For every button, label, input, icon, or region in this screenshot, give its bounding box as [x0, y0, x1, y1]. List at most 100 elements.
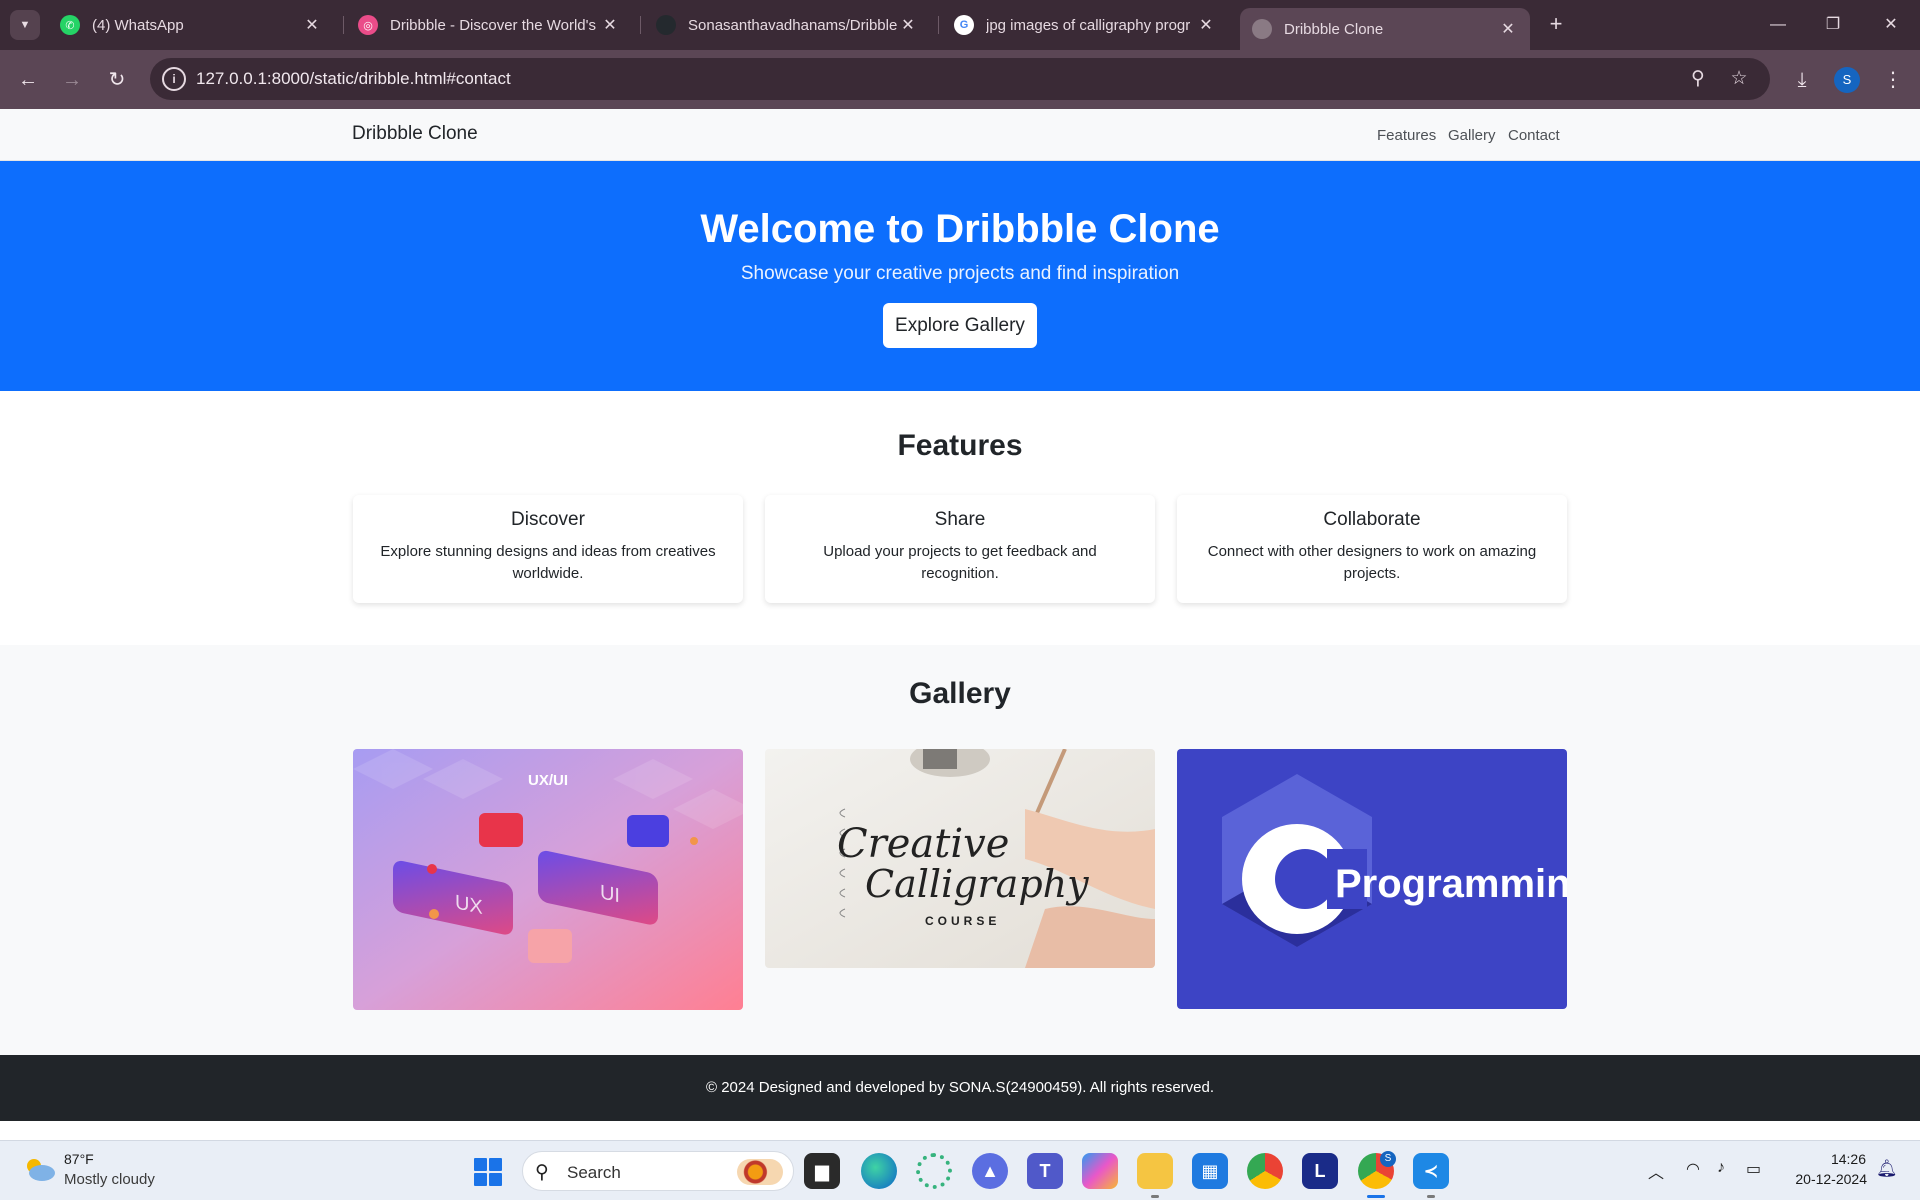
tab-google[interactable]: G jpg images of calligraphy progr ✕ — [942, 8, 1228, 42]
site-brand[interactable]: Dribbble Clone — [352, 123, 478, 145]
close-icon[interactable]: ✕ — [600, 15, 620, 35]
calligraphy-illustration: Creative Calligraphy COURSE — [765, 749, 1155, 968]
google-icon: G — [954, 15, 974, 35]
weather-description[interactable]: Mostly cloudy — [64, 1171, 155, 1188]
clock-time[interactable]: 14:26 — [1820, 1151, 1866, 1167]
uxui-illustration: UX/UI UX UI — [353, 749, 743, 1010]
feature-card-collaborate: Collaborate Connect with other designers… — [1177, 495, 1567, 603]
chrome-icon[interactable] — [1247, 1153, 1283, 1189]
features-title: Features — [897, 429, 1023, 462]
teams-icon[interactable]: T — [1027, 1153, 1063, 1189]
gallery-image-c-programming[interactable]: Programming — [1177, 749, 1567, 1009]
app-green-icon[interactable] — [916, 1153, 952, 1189]
feature-card-share: Share Upload your projects to get feedba… — [765, 495, 1155, 603]
folder-icon[interactable] — [1137, 1153, 1173, 1189]
site-info-icon[interactable]: i — [162, 67, 186, 91]
volume-icon[interactable]: ♪ — [1717, 1159, 1725, 1177]
l-app-icon[interactable]: L — [1302, 1153, 1338, 1189]
calligraphy-caption-3: COURSE — [925, 914, 1000, 928]
feature-card-title: Share — [934, 509, 986, 530]
hero-subtitle: Showcase your creative projects and find… — [740, 263, 1180, 284]
cloudy-weather-icon[interactable] — [22, 1155, 56, 1183]
battery-icon[interactable]: ▭ — [1746, 1159, 1761, 1179]
download-icon[interactable]: ⤓ — [1786, 64, 1818, 96]
gallery-image-uxui[interactable]: UX/UI UX UI — [353, 749, 743, 1010]
gallery-image-calligraphy[interactable]: Creative Calligraphy COURSE — [765, 749, 1155, 968]
tab-github[interactable]: Sonasanthavadhanams/Dribble ✕ — [644, 8, 930, 42]
url-text[interactable]: 127.0.0.1:8000/static/dribble.html#conta… — [196, 69, 511, 89]
minimize-icon[interactable]: — — [1758, 10, 1798, 40]
back-arrow-icon[interactable]: ← — [12, 64, 44, 96]
features-section: Features Discover Explore stunning desig… — [0, 391, 1920, 645]
site-navbar: Dribbble Clone Features Gallery Contact — [0, 109, 1920, 161]
wifi-icon[interactable]: ◠ — [1686, 1159, 1700, 1179]
globe-icon — [1252, 19, 1272, 39]
explore-gallery-button[interactable]: Explore Gallery — [883, 303, 1037, 348]
tab-search-chevron-icon[interactable]: ▼ — [10, 10, 40, 40]
close-icon[interactable]: ✕ — [1196, 15, 1216, 35]
tab-separator — [938, 16, 939, 34]
dribbble-icon: ◎ — [358, 15, 378, 35]
tab-title: (4) WhatsApp — [92, 16, 184, 34]
feature-card-text: Explore stunning designs and ideas from … — [380, 543, 716, 582]
vscode-icon[interactable]: ≺ — [1413, 1153, 1449, 1189]
forward-arrow-icon[interactable]: → — [56, 64, 88, 96]
nav-link-gallery[interactable]: Gallery — [1448, 127, 1496, 144]
calligraphy-caption-2: Calligraphy — [865, 862, 1089, 906]
browser-tab-bar: ▼ ✆ (4) WhatsApp ✕ ◎ Dribbble - Discover… — [0, 0, 1920, 50]
whatsapp-icon: ✆ — [60, 15, 80, 35]
page-viewport: Dribbble Clone Features Gallery Contact … — [0, 109, 1920, 1121]
tab-title: Dribbble - Discover the World's — [390, 16, 596, 34]
clock-date[interactable]: 20-12-2024 — [1787, 1171, 1867, 1187]
more-menu-icon[interactable]: ⋮ — [1877, 64, 1909, 96]
running-indicator — [1151, 1195, 1159, 1198]
windows-start-icon[interactable] — [474, 1158, 502, 1186]
site-footer: © 2024 Designed and developed by SONA.S(… — [0, 1055, 1920, 1121]
tab-whatsapp[interactable]: ✆ (4) WhatsApp ✕ — [48, 8, 334, 42]
gallery-title: Gallery — [909, 677, 1011, 710]
tab-dribbble-clone[interactable]: Dribbble Clone ✕ — [1240, 8, 1530, 50]
running-indicator — [1427, 1195, 1435, 1198]
calligraphy-caption-1: Creative — [837, 821, 1009, 867]
close-icon[interactable]: ✕ — [1498, 19, 1518, 39]
restore-icon[interactable]: ❐ — [1813, 10, 1853, 40]
feature-card-text: Connect with other designers to work on … — [1207, 543, 1537, 582]
tab-title: jpg images of calligraphy progr — [986, 16, 1191, 34]
copilot-icon[interactable] — [1082, 1153, 1118, 1189]
svg-text:UI: UI — [600, 881, 620, 907]
nav-link-contact[interactable]: Contact — [1508, 127, 1560, 144]
edge-icon[interactable] — [861, 1153, 897, 1189]
uxui-caption: UX/UI — [528, 772, 568, 789]
browser-toolbar: ← → ↻ i 127.0.0.1:8000/static/dribble.ht… — [0, 50, 1920, 109]
feature-card-title: Collaborate — [1323, 509, 1421, 530]
feature-card-title: Discover — [511, 509, 585, 530]
nav-link-features[interactable]: Features — [1377, 127, 1436, 144]
active-indicator — [1367, 1195, 1385, 1198]
chrome-profile-badge: S — [1380, 1151, 1396, 1167]
profile-avatar[interactable]: S — [1834, 67, 1860, 93]
search-highlight-icon — [737, 1159, 783, 1185]
notification-bell-icon[interactable]: 🔔︎ — [1876, 1159, 1898, 1179]
file-explorer-dark-icon[interactable]: ▆ — [804, 1153, 840, 1189]
store-icon[interactable]: ▦ — [1192, 1153, 1228, 1189]
hero-title: Welcome to Dribbble Clone — [700, 207, 1220, 251]
new-tab-plus-icon[interactable]: + — [1543, 12, 1569, 38]
tab-separator — [343, 16, 344, 34]
tab-title: Sonasanthavadhanams/Dribble — [688, 16, 898, 34]
tab-title: Dribbble Clone — [1284, 20, 1384, 38]
reload-icon[interactable]: ↻ — [101, 64, 133, 96]
window-close-icon[interactable]: ✕ — [1871, 10, 1911, 40]
weather-temperature[interactable]: 87°F — [64, 1151, 94, 1167]
close-icon[interactable]: ✕ — [898, 15, 918, 35]
gallery-section: Gallery UX/UI UX UI Creative Calligraphy… — [0, 645, 1920, 1055]
zoom-icon[interactable]: ⚲ — [1685, 66, 1711, 92]
bookmark-star-icon[interactable]: ☆ — [1726, 66, 1752, 92]
close-icon[interactable]: ✕ — [302, 15, 322, 35]
taskbar-search-box[interactable]: ⚲ Search — [522, 1151, 794, 1191]
address-bar[interactable]: i 127.0.0.1:8000/static/dribble.html#con… — [150, 58, 1770, 100]
app-triangle-icon[interactable]: ▲ — [972, 1153, 1008, 1189]
taskbar-search-label: Search — [567, 1163, 621, 1182]
windows-taskbar: 87°F Mostly cloudy ⚲ Search ▆ ▲ T ▦ L S … — [0, 1140, 1920, 1200]
tab-dribbble[interactable]: ◎ Dribbble - Discover the World's ✕ — [346, 8, 632, 42]
chevron-up-icon[interactable]: ︿ — [1648, 1159, 1664, 1183]
